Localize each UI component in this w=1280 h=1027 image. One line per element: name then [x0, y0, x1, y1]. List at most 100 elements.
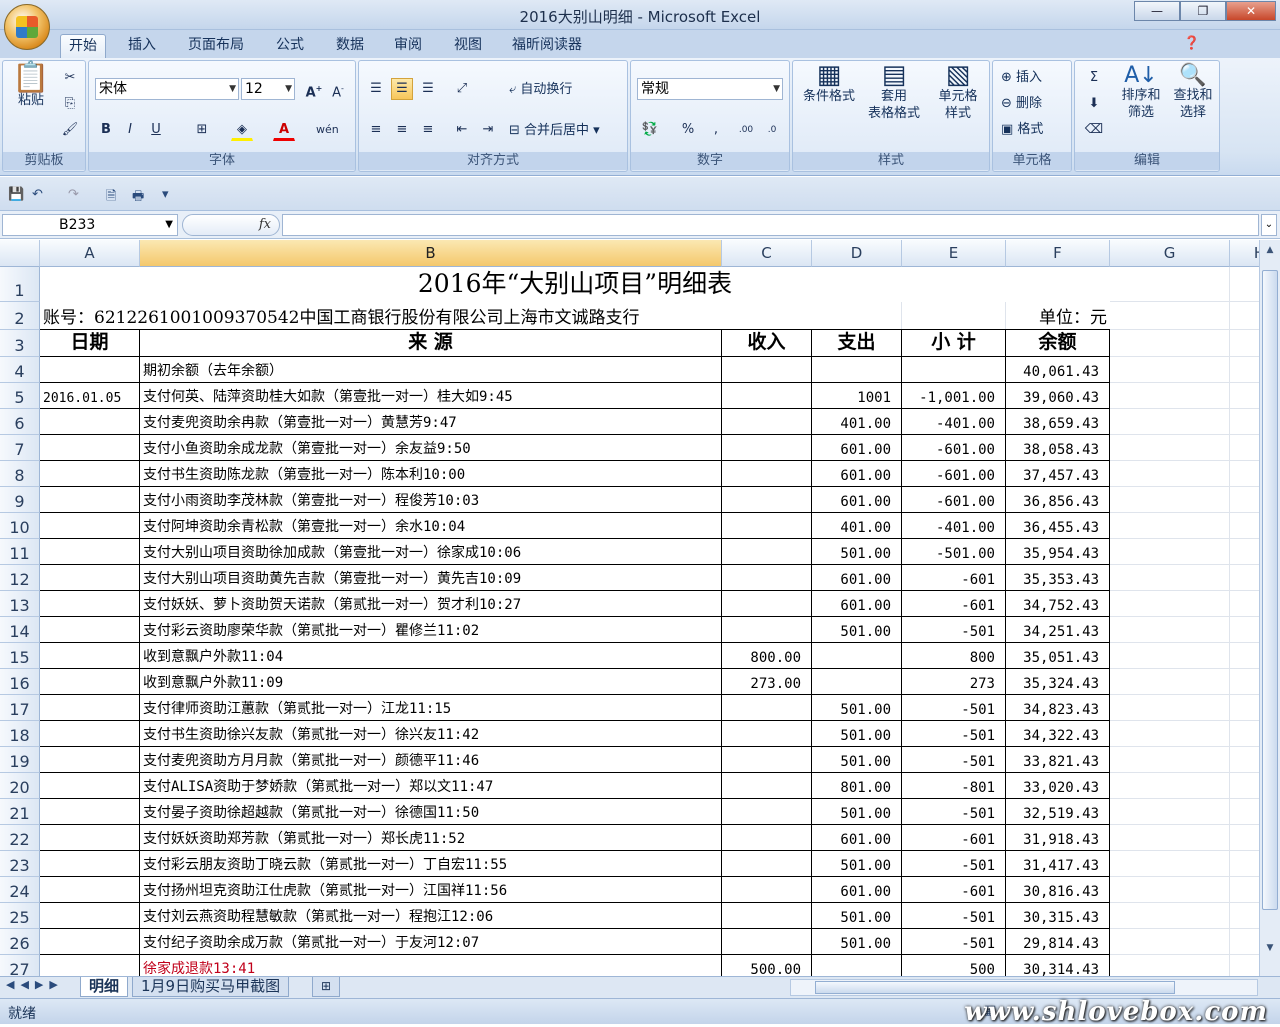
- sort-filter-button[interactable]: A↓ 排序和 筛选: [1115, 65, 1167, 121]
- tab-formulas[interactable]: 公式: [268, 34, 312, 58]
- expense-cell[interactable]: 601.00: [812, 877, 902, 903]
- subtotal-cell[interactable]: 500: [902, 955, 1006, 976]
- align-center-icon[interactable]: ≡: [391, 119, 413, 141]
- row-header-3[interactable]: 3: [0, 330, 40, 357]
- source-cell[interactable]: 支付妖妖资助郑芳款（第贰批一对一）郑长虎11:52: [140, 825, 722, 851]
- row-header-11[interactable]: 11: [0, 539, 40, 565]
- tab-view[interactable]: 视图: [446, 34, 490, 58]
- source-cell[interactable]: 收到意飘户外款11:04: [140, 643, 722, 669]
- fill-color-icon[interactable]: ◈: [231, 119, 253, 141]
- income-cell[interactable]: [722, 461, 812, 487]
- comma-icon[interactable]: ,: [705, 119, 727, 141]
- expense-cell[interactable]: [812, 643, 902, 669]
- save-icon[interactable]: 💾: [8, 187, 24, 202]
- row-header-4[interactable]: 4: [0, 357, 40, 383]
- date-cell[interactable]: [40, 955, 140, 976]
- balance-cell[interactable]: 35,051.43: [1006, 643, 1110, 669]
- conditional-format-button[interactable]: ▦ 条件格式: [797, 62, 861, 105]
- source-cell[interactable]: 支付刘云燕资助程慧敏款（第贰批一对一）程抱江12:06: [140, 903, 722, 929]
- income-cell[interactable]: [722, 773, 812, 799]
- row-header-26[interactable]: 26: [0, 929, 40, 955]
- cell-styles-button[interactable]: ▧ 单元格 样式: [929, 62, 987, 122]
- formula-input[interactable]: [282, 214, 1259, 236]
- header-balance[interactable]: 余额: [1006, 330, 1110, 357]
- header-subtotal[interactable]: 小 计: [902, 330, 1006, 357]
- header-date[interactable]: 日期: [40, 330, 140, 357]
- balance-cell[interactable]: 36,455.43: [1006, 513, 1110, 539]
- date-cell[interactable]: [40, 877, 140, 903]
- increase-decimal-icon[interactable]: .00: [735, 119, 757, 141]
- header-source[interactable]: 来 源: [140, 330, 722, 357]
- sheet-nav-icon[interactable]: ◀◀▶▶: [6, 978, 64, 991]
- subtotal-cell[interactable]: -501: [902, 851, 1006, 877]
- balance-cell[interactable]: 34,752.43: [1006, 591, 1110, 617]
- income-cell[interactable]: [722, 539, 812, 565]
- percent-icon[interactable]: %: [677, 119, 699, 141]
- balance-cell[interactable]: 32,519.43: [1006, 799, 1110, 825]
- source-cell[interactable]: 期初余额（去年余额）: [140, 357, 722, 383]
- income-cell[interactable]: [722, 747, 812, 773]
- column-header-e[interactable]: E: [902, 240, 1006, 267]
- column-header-b[interactable]: B: [140, 240, 722, 267]
- sheet-title[interactable]: 2016年“大别山项目”明细表: [40, 267, 1110, 302]
- balance-cell[interactable]: 33,020.43: [1006, 773, 1110, 799]
- expense-cell[interactable]: 501.00: [812, 747, 902, 773]
- office-button[interactable]: [4, 4, 50, 50]
- balance-cell[interactable]: 34,823.43: [1006, 695, 1110, 721]
- phonetic-icon[interactable]: wén: [315, 119, 339, 141]
- subtotal-cell[interactable]: -501: [902, 747, 1006, 773]
- increase-indent-icon[interactable]: ⇥: [477, 119, 499, 141]
- underline-icon[interactable]: U: [145, 119, 167, 141]
- income-cell[interactable]: [722, 799, 812, 825]
- italic-icon[interactable]: I: [119, 119, 141, 141]
- source-cell[interactable]: 支付律师资助江蕙款（第贰批一对一）江龙11:15: [140, 695, 722, 721]
- date-cell[interactable]: [40, 435, 140, 461]
- align-right-icon[interactable]: ≡: [417, 119, 439, 141]
- subtotal-cell[interactable]: -501: [902, 721, 1006, 747]
- format-painter-icon[interactable]: 🖌: [59, 119, 81, 141]
- row-header-13[interactable]: 13: [0, 591, 40, 617]
- income-cell[interactable]: [722, 617, 812, 643]
- delete-cells-button[interactable]: ⊖ 删除: [1001, 95, 1042, 112]
- vertical-scroll-thumb[interactable]: [1262, 270, 1278, 910]
- paste-button[interactable]: 📋 粘贴: [11, 63, 51, 109]
- spreadsheet-grid[interactable]: ABCDEFGH12345678910111213141516171819202…: [0, 240, 1259, 976]
- row-header-9[interactable]: 9: [0, 487, 40, 513]
- balance-cell[interactable]: 38,659.43: [1006, 409, 1110, 435]
- row-header-14[interactable]: 14: [0, 617, 40, 643]
- number-format-select[interactable]: 常规 ▼: [637, 78, 783, 100]
- subtotal-cell[interactable]: 273: [902, 669, 1006, 695]
- sheet-tab-screenshot[interactable]: 1月9日购买马甲截图: [132, 977, 290, 997]
- help-icon[interactable]: ❓: [1184, 36, 1200, 51]
- copy-icon[interactable]: ⎘: [59, 93, 81, 115]
- decrease-decimal-icon[interactable]: .0: [761, 119, 783, 141]
- horizontal-scrollbar[interactable]: [790, 979, 1258, 996]
- subtotal-cell[interactable]: -601.00: [902, 435, 1006, 461]
- date-cell[interactable]: [40, 773, 140, 799]
- align-bottom-icon[interactable]: ☰: [417, 78, 439, 100]
- sheet-tab-detail[interactable]: 明细: [80, 977, 129, 997]
- orientation-icon[interactable]: ⤢: [451, 78, 473, 100]
- row-header-16[interactable]: 16: [0, 669, 40, 695]
- income-cell[interactable]: [722, 487, 812, 513]
- tab-home[interactable]: 开始: [60, 34, 106, 58]
- source-cell[interactable]: 支付纪子资助余成万款（第贰批一对一）于友河12:07: [140, 929, 722, 955]
- expense-cell[interactable]: 501.00: [812, 929, 902, 955]
- balance-cell[interactable]: 34,251.43: [1006, 617, 1110, 643]
- balance-cell[interactable]: 34,322.43: [1006, 721, 1110, 747]
- source-cell[interactable]: 支付麦兜资助余冉款（第壹批一对一）黄慧芳9:47: [140, 409, 722, 435]
- row-header-21[interactable]: 21: [0, 799, 40, 825]
- expense-cell[interactable]: 401.00: [812, 513, 902, 539]
- row-header-17[interactable]: 17: [0, 695, 40, 721]
- autosum-icon[interactable]: Σ: [1083, 67, 1105, 89]
- row-header-12[interactable]: 12: [0, 565, 40, 591]
- date-cell[interactable]: [40, 513, 140, 539]
- tab-data[interactable]: 数据: [328, 34, 372, 58]
- subtotal-cell[interactable]: -501: [902, 929, 1006, 955]
- expense-cell[interactable]: 601.00: [812, 435, 902, 461]
- currency-icon[interactable]: 💱: [639, 119, 661, 141]
- row-header-25[interactable]: 25: [0, 903, 40, 929]
- balance-cell[interactable]: 30,315.43: [1006, 903, 1110, 929]
- income-cell[interactable]: [722, 435, 812, 461]
- expense-cell[interactable]: [812, 955, 902, 976]
